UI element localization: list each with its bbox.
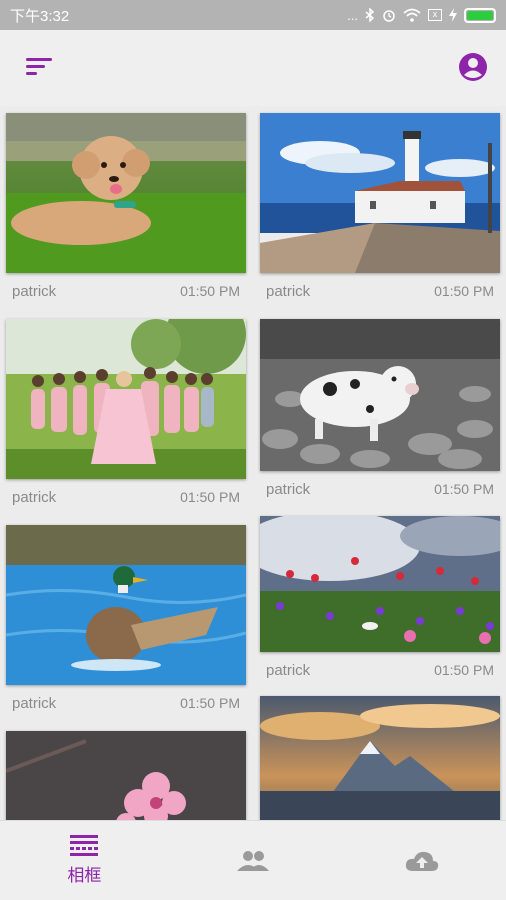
gallery-icon: [70, 835, 99, 856]
photo-image[interactable]: [260, 319, 500, 471]
photo-time: 01:50 PM: [434, 662, 494, 678]
photo-card[interactable]: patrick 01:50 PM: [260, 113, 500, 309]
nav-item-upload[interactable]: [337, 821, 506, 900]
photo-time: 01:50 PM: [180, 695, 240, 711]
photo-time: 01:50 PM: [180, 489, 240, 505]
app-bar: [0, 30, 506, 106]
photo-card[interactable]: [6, 731, 246, 820]
photo-meta: patrick 01:50 PM: [260, 471, 500, 507]
photo-image[interactable]: [6, 113, 246, 273]
photo-author: patrick: [266, 661, 311, 679]
photo-image[interactable]: [6, 525, 246, 685]
photo-card[interactable]: [260, 696, 500, 820]
photo-image[interactable]: [260, 113, 500, 273]
bottom-nav: 相框: [0, 820, 506, 900]
photo-time: 01:50 PM: [180, 283, 240, 299]
photo-author: patrick: [266, 480, 311, 498]
sim-x-icon: x: [428, 9, 442, 21]
sort-menu-icon[interactable]: [26, 57, 52, 82]
photo-meta: patrick 01:50 PM: [6, 685, 246, 721]
photo-author: patrick: [12, 282, 57, 300]
alarm-icon: [383, 10, 395, 22]
photo-author: patrick: [12, 694, 57, 712]
photo-image[interactable]: [260, 696, 500, 820]
photo-meta: patrick 01:50 PM: [260, 273, 500, 309]
photo-meta: patrick 01:50 PM: [260, 652, 500, 688]
photo-author: patrick: [266, 282, 311, 300]
photo-card[interactable]: patrick 01:50 PM: [6, 113, 246, 309]
photo-time: 01:50 PM: [434, 481, 494, 497]
status-icons: ... x: [347, 7, 496, 23]
photo-image[interactable]: [6, 319, 246, 479]
photo-card[interactable]: patrick 01:50 PM: [6, 319, 246, 515]
status-bar: 下午3:32 ... x: [0, 0, 506, 30]
wifi-icon: [403, 8, 421, 22]
nav-item-gallery[interactable]: 相框: [0, 821, 169, 900]
status-time: 下午3:32: [10, 7, 70, 25]
photo-time: 01:50 PM: [434, 283, 494, 299]
cloud-upload-icon: [405, 851, 438, 871]
charging-icon: [449, 8, 457, 22]
photo-meta: patrick 01:50 PM: [6, 273, 246, 309]
nav-label-gallery: 相框: [67, 866, 102, 885]
photo-card[interactable]: patrick 01:50 PM: [6, 525, 246, 721]
more-dots-icon: ...: [347, 7, 358, 23]
photo-image[interactable]: [260, 516, 500, 652]
battery-icon: [464, 7, 496, 23]
nav-item-people[interactable]: [169, 821, 338, 900]
photo-author: patrick: [12, 488, 57, 506]
photo-meta: patrick 01:50 PM: [6, 479, 246, 515]
bluetooth-icon: [365, 8, 375, 22]
account-circle-icon[interactable]: [458, 52, 488, 87]
photo-card[interactable]: patrick 01:50 PM: [260, 319, 500, 507]
photo-grid: patrick 01:50 PM patrick 01:50 PM patric…: [0, 106, 506, 820]
photo-image[interactable]: [6, 731, 246, 820]
photo-card[interactable]: patrick 01:50 PM: [260, 516, 500, 688]
people-icon: [237, 850, 269, 871]
